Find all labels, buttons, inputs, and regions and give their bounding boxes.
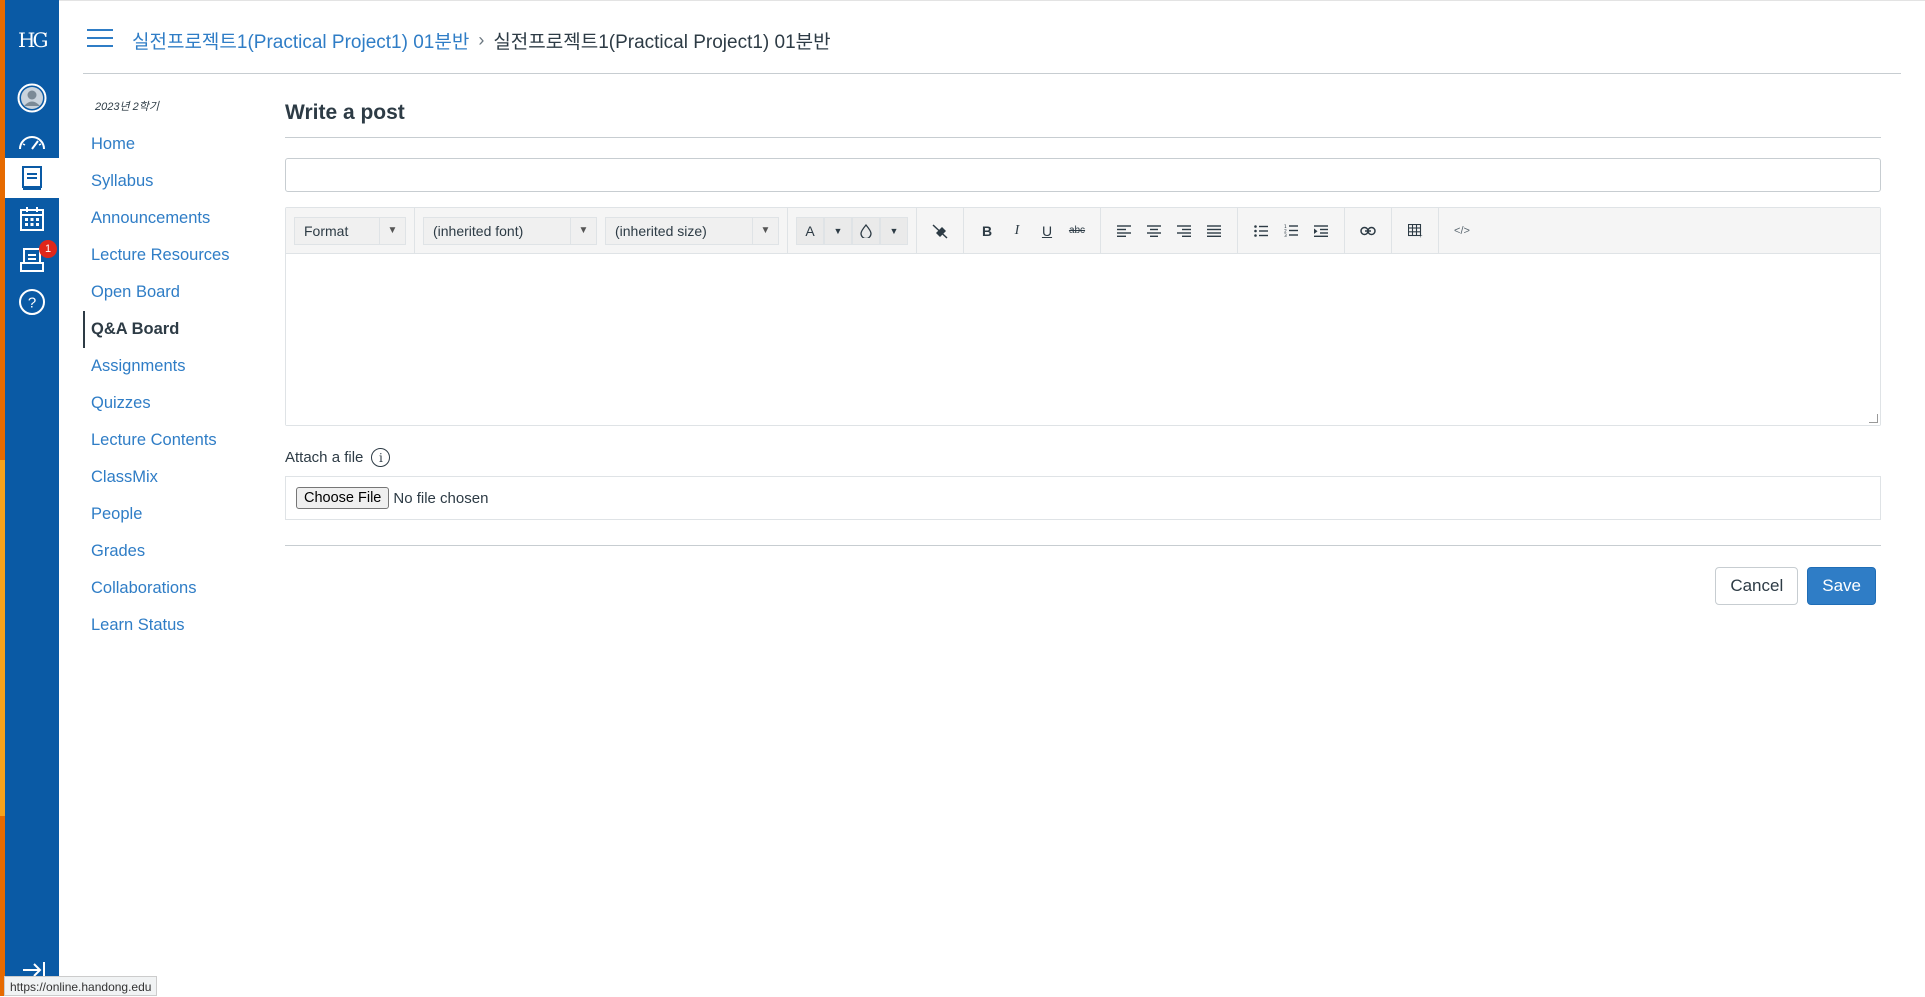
rich-text-editor: Format ▼ (inherited font) ▼ (inherited s… (285, 207, 1881, 426)
course-nav-lecture-contents[interactable]: Lecture Contents (83, 422, 263, 459)
text-color-dropdown[interactable]: ▼ (824, 216, 852, 245)
course-nav: 2023년 2학기 Home Syllabus Announcements Le… (83, 98, 263, 644)
bold-button[interactable]: B (972, 216, 1002, 246)
indent-icon[interactable] (1306, 216, 1336, 246)
breadcrumb-chevron-icon: › (478, 30, 485, 50)
background-color-dropdown[interactable]: ▼ (880, 216, 908, 245)
size-select[interactable]: (inherited size) ▼ (605, 216, 779, 245)
info-icon[interactable]: i (371, 448, 391, 467)
save-button[interactable]: Save (1807, 567, 1876, 605)
resize-handle-icon[interactable] (1869, 414, 1878, 423)
course-nav-assignments[interactable]: Assignments (83, 348, 263, 385)
course-nav-lecture-resources[interactable]: Lecture Resources (83, 237, 263, 274)
caret-down-icon: ▼ (379, 217, 405, 244)
course-nav-home[interactable]: Home (83, 126, 263, 163)
svg-text:HGU: HGU (18, 28, 47, 52)
page-title: Write a post (285, 96, 1881, 138)
course-nav-classmix[interactable]: ClassMix (83, 459, 263, 496)
inbox-badge: 1 (39, 240, 57, 258)
course-nav-learn-status[interactable]: Learn Status (83, 607, 263, 644)
color-group: A ▼ ▼ (787, 207, 916, 254)
breadcrumb: 실전프로젝트1(Practical Project1) 01분반 › 실전프로젝… (132, 27, 831, 54)
editor-body[interactable] (286, 254, 1880, 425)
svg-text:+: + (1419, 234, 1423, 238)
link-icon[interactable] (1353, 216, 1383, 246)
course-nav-grades[interactable]: Grades (83, 533, 263, 570)
bullet-list-icon[interactable] (1246, 216, 1276, 246)
table-icon[interactable]: + (1400, 216, 1430, 246)
header-divider (83, 73, 1901, 74)
account-avatar-icon[interactable] (5, 78, 59, 118)
clear-formatting-icon[interactable] (925, 216, 955, 246)
accent-stripe (0, 460, 5, 816)
align-left-icon[interactable] (1109, 216, 1139, 246)
format-select-label: Format (304, 222, 349, 239)
hamburger-menu-icon[interactable] (87, 29, 113, 49)
strikethrough-button[interactable]: abc (1062, 216, 1092, 246)
hgu-logo[interactable]: HGU (5, 18, 59, 58)
background-color-button[interactable] (852, 216, 880, 245)
caret-down-icon: ▼ (570, 217, 596, 244)
course-nav-people[interactable]: People (83, 496, 263, 533)
courses-icon[interactable] (5, 158, 59, 198)
numbered-list-icon[interactable]: 123 (1276, 216, 1306, 246)
global-nav: HGU 1 ? (0, 0, 59, 996)
attach-file-row: Attach a file i (285, 448, 1881, 467)
text-color-button[interactable]: A (796, 216, 824, 245)
attach-file-label: Attach a file (285, 449, 364, 466)
link-group (1344, 207, 1391, 254)
course-header: 실전프로젝트1(Practical Project1) 01분반 › 실전프로젝… (59, 0, 1925, 74)
style-group: B I U abc (963, 207, 1100, 254)
course-nav-announcements[interactable]: Announcements (83, 200, 263, 237)
course-nav-quizzes[interactable]: Quizzes (83, 385, 263, 422)
course-nav-qa-board[interactable]: Q&A Board (83, 311, 263, 348)
source-group: </> (1438, 207, 1485, 254)
list-group: 123 (1237, 207, 1344, 254)
align-right-icon[interactable] (1169, 216, 1199, 246)
cancel-button[interactable]: Cancel (1715, 567, 1799, 605)
no-file-text: No file chosen (393, 489, 489, 507)
font-select-label: (inherited font) (433, 222, 524, 239)
term-label: 2023년 2학기 (95, 101, 160, 113)
caret-down-icon: ▼ (752, 217, 778, 244)
svg-text:?: ? (28, 295, 36, 312)
form-divider (285, 545, 1881, 546)
format-select[interactable]: Format ▼ (294, 216, 406, 245)
font-group: (inherited font) ▼ (inherited size) ▼ (414, 207, 787, 254)
font-select[interactable]: (inherited font) ▼ (423, 216, 597, 245)
breadcrumb-course-link[interactable]: 실전프로젝트1(Practical Project1) 01분반 (132, 27, 469, 54)
editor-toolbar: Format ▼ (inherited font) ▼ (inherited s… (286, 207, 1880, 254)
calendar-icon[interactable] (5, 199, 59, 239)
align-justify-icon[interactable] (1199, 216, 1229, 246)
course-nav-collaborations[interactable]: Collaborations (83, 570, 263, 607)
status-bar-url: https://online.handong.edu (4, 976, 158, 996)
html-source-icon[interactable]: </> (1447, 216, 1477, 246)
post-title-input[interactable] (285, 158, 1881, 192)
file-input-box: Choose File No file chosen (285, 476, 1881, 520)
svg-text:3: 3 (1284, 233, 1287, 237)
table-group: + (1391, 207, 1438, 254)
main-content: Write a post Format ▼ (inherited font) ▼… (285, 96, 1881, 605)
italic-button[interactable]: I (1002, 216, 1032, 246)
size-select-label: (inherited size) (615, 222, 707, 239)
underline-button[interactable]: U (1032, 216, 1062, 246)
text-color-icon: A (805, 222, 815, 239)
breadcrumb-current: 실전프로젝트1(Practical Project1) 01분반 (493, 32, 831, 53)
form-actions: Cancel Save (285, 567, 1876, 605)
dashboard-icon[interactable] (5, 122, 59, 162)
clear-group (916, 207, 963, 254)
droplet-icon (860, 223, 872, 238)
choose-file-button[interactable]: Choose File (296, 487, 390, 509)
align-center-icon[interactable] (1139, 216, 1169, 246)
help-icon[interactable]: ? (5, 282, 59, 322)
course-nav-open-board[interactable]: Open Board (83, 274, 263, 311)
align-group (1100, 207, 1237, 254)
course-nav-syllabus[interactable]: Syllabus (83, 163, 263, 200)
